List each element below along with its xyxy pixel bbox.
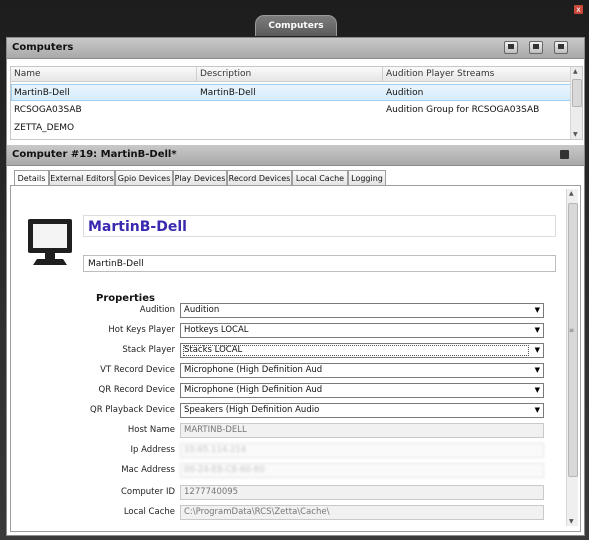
qr-playback-device-label: QR Playback Device: [90, 405, 175, 415]
qr-record-device-select[interactable]: Microphone (High Definition Aud ▼: [180, 383, 544, 398]
window-client: Computers Name Description Audition Play…: [6, 37, 585, 536]
mac-address-field: 00-24-E8-C8-60-60: [180, 463, 544, 478]
tab-logging[interactable]: Logging: [348, 170, 386, 185]
computer-id-field: 1277740095: [180, 485, 544, 500]
chevron-down-icon: ▼: [534, 406, 540, 414]
qr-playback-device-value: Speakers (High Definition Audio: [184, 405, 320, 415]
monitor-icon[interactable]: [504, 41, 518, 54]
vt-record-device-select[interactable]: Microphone (High Definition Aud ▼: [180, 363, 544, 378]
host-name-label: Host Name: [127, 425, 175, 435]
grid-header: Name Description Audition Player Streams: [11, 67, 571, 82]
tab-gpio-devices[interactable]: Gpio Devices: [115, 170, 173, 185]
grid-scrollbar[interactable]: ▲ ▼: [570, 67, 582, 139]
chevron-down-icon: ▼: [534, 386, 540, 394]
properties-title: Properties: [96, 293, 155, 304]
mac-address-label: Mac Address: [121, 465, 175, 475]
row-name: MartinB-Dell: [14, 88, 70, 98]
computers-grid: Name Description Audition Player Streams…: [10, 66, 583, 140]
computer-settings-icon[interactable]: [554, 41, 568, 54]
row-name: RCSOGA03SAB: [14, 105, 82, 115]
local-cache-field: C:\ProgramData\RCS\Zetta\Cache\: [180, 505, 544, 520]
table-row[interactable]: RCSOGA03SAB Audition Group for RCSOGA03S…: [11, 102, 571, 119]
local-cache-label: Local Cache: [123, 507, 175, 517]
computer-id-label: Computer ID: [120, 487, 175, 497]
host-name-field: MARTINB-DELL: [180, 423, 544, 438]
computer-name-field[interactable]: MartinB-Dell: [83, 215, 556, 237]
column-header-name[interactable]: Name: [14, 67, 41, 81]
qr-record-device-label: QR Record Device: [98, 385, 175, 395]
audition-value: Audition: [184, 305, 220, 315]
tab-play-devices[interactable]: Play Devices: [173, 170, 227, 185]
computer-detail-title: Computer #19: MartinB-Dell*: [12, 149, 177, 160]
audition-label: Audition: [139, 305, 175, 315]
table-row[interactable]: ZETTA_DEMO: [11, 120, 571, 137]
qr-playback-device-select[interactable]: Speakers (High Definition Audio ▼: [180, 403, 544, 418]
chevron-down-icon: ▼: [534, 306, 540, 314]
computer-description-field[interactable]: MartinB-Dell: [83, 255, 556, 272]
stack-player-label: Stack Player: [122, 345, 175, 355]
tab-external-editors[interactable]: External Editors: [49, 170, 115, 185]
window-frame: x Computers Computers Name Description A…: [0, 0, 589, 540]
hot-keys-player-select[interactable]: Hotkeys LOCAL ▼: [180, 323, 544, 338]
column-header-audition-streams[interactable]: Audition Player Streams: [386, 67, 494, 81]
tab-details[interactable]: Details: [14, 170, 49, 186]
details-panel: MartinB-Dell MartinB-Dell Properties Aud…: [10, 185, 581, 532]
ip-address-field: 10.65.114.214: [180, 443, 544, 458]
stack-player-select[interactable]: Stacks LOCAL ▼: [180, 343, 544, 358]
computers-header: Computers: [7, 38, 584, 59]
vt-record-device-value: Microphone (High Definition Aud: [184, 365, 323, 375]
hot-keys-player-value: Hotkeys LOCAL: [184, 325, 249, 335]
chevron-down-icon: ▼: [534, 366, 540, 374]
tab-local-cache[interactable]: Local Cache: [292, 170, 348, 185]
tab-record-devices[interactable]: Record Devices: [227, 170, 292, 185]
close-icon[interactable]: x: [574, 5, 583, 14]
table-row[interactable]: MartinB-Dell MartinB-Dell Audition: [11, 84, 571, 101]
row-streams: Audition: [386, 88, 424, 98]
details-scrollbar[interactable]: ▲ ≡ ▼: [566, 189, 578, 526]
save-icon[interactable]: [560, 150, 569, 159]
ip-address-label: Ip Address: [130, 445, 175, 455]
row-streams: Audition Group for RCSOGA03SAB: [386, 105, 540, 115]
computers-title: Computers: [12, 42, 74, 53]
chevron-down-icon: ▼: [534, 326, 540, 334]
column-header-description[interactable]: Description: [200, 67, 251, 81]
computer-add-icon[interactable]: [529, 41, 543, 54]
qr-record-device-value: Microphone (High Definition Aud: [184, 385, 323, 395]
row-name: ZETTA_DEMO: [14, 123, 75, 133]
audition-select[interactable]: Audition ▼: [180, 303, 544, 318]
hot-keys-player-label: Hot Keys Player: [108, 325, 175, 335]
chevron-down-icon: ▼: [534, 346, 540, 354]
computer-detail-header: Computer #19: MartinB-Dell*: [7, 145, 584, 166]
row-description: MartinB-Dell: [200, 88, 256, 98]
vt-record-device-label: VT Record Device: [100, 365, 175, 375]
window-title: Computers: [255, 15, 337, 36]
computer-monitor-icon: [27, 218, 73, 269]
